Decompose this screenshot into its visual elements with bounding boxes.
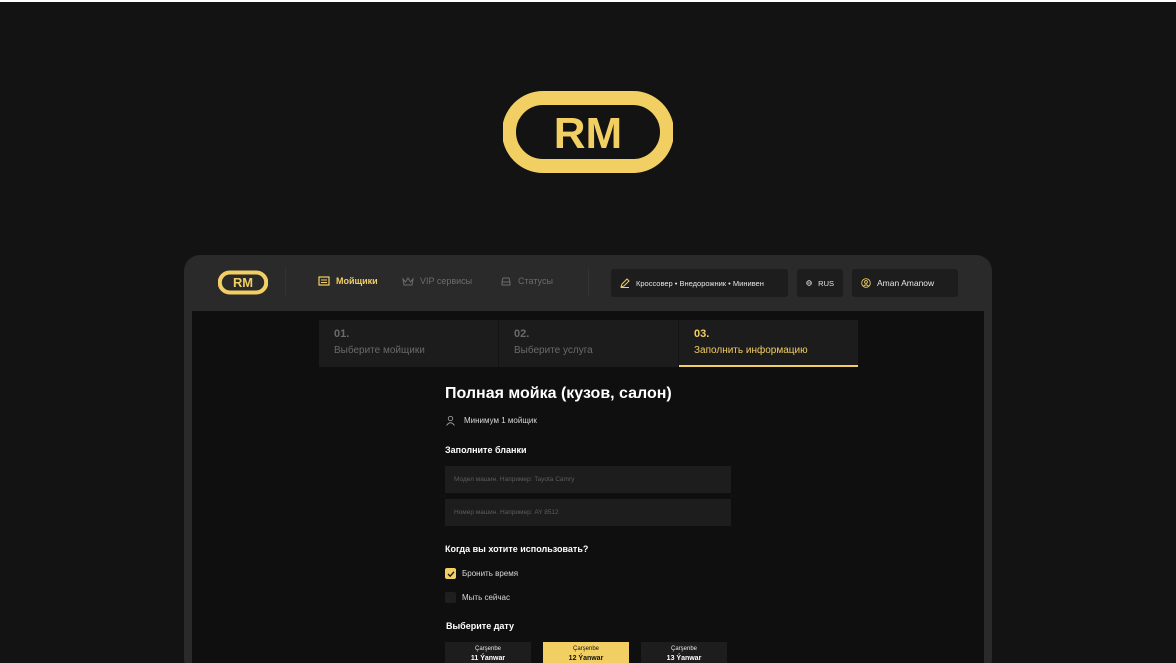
brand-logo: RM: [503, 91, 673, 173]
date-day: Çarşenbe: [474, 646, 501, 652]
pencil-icon: [620, 278, 630, 288]
date-value: 11 Ýanwar: [470, 655, 506, 662]
checkbox[interactable]: [445, 592, 456, 603]
top-navbar: RM Мойщики VIP сервисы Статусы Кроссовер…: [192, 263, 984, 303]
top-border: [0, 0, 1176, 2]
step-number: 02.: [514, 328, 530, 340]
step-fill-info[interactable]: 03. Заполнить информацию: [679, 320, 858, 367]
step-number: 03.: [694, 328, 710, 340]
step-label: Заполнить информацию: [694, 345, 808, 356]
step-select-service[interactable]: 02. Выберите услуга: [499, 320, 679, 367]
date-heading: Выберите дату: [446, 621, 515, 631]
min-workers: Минимум 1 мойщик: [445, 415, 537, 426]
crown-icon: [402, 277, 414, 286]
date-value: 13 Ýanwar: [666, 655, 702, 662]
list-icon: [318, 276, 330, 286]
step-label: Выберите услуга: [514, 345, 593, 356]
language-label: RUS: [818, 278, 834, 288]
person-icon: [446, 415, 455, 426]
car-type-selector[interactable]: Кроссовер • Внедорожник • Минивен: [611, 269, 788, 297]
logo-text: RM: [554, 109, 622, 158]
nav-item-label: Статусы: [518, 276, 553, 286]
user-menu[interactable]: Aman Amanow: [852, 269, 958, 297]
date-option[interactable]: Çarşenbe 13 Ýanwar: [641, 642, 727, 663]
globe-icon: [806, 280, 812, 286]
user-circle-icon: [861, 278, 871, 288]
date-picker: Çarşenbe 11 Ýanwar Çarşenbe 12 Ýanwar Ça…: [445, 642, 727, 663]
nav-divider: [588, 268, 589, 296]
option-book-time[interactable]: Бронить время: [445, 568, 518, 579]
step-tabs: 01. Выберите мойщики 02. Выберите услуга…: [319, 320, 858, 367]
min-workers-text: Минимум 1 мойщик: [464, 416, 537, 425]
order-form: Полная мойка (кузов, салон) Минимум 1 мо…: [445, 385, 735, 663]
step-label: Выберите мойщики: [334, 345, 425, 356]
car-number-input[interactable]: [445, 499, 731, 526]
service-title: Полная мойка (кузов, салон): [445, 385, 672, 402]
nav-item-statuses[interactable]: Статусы: [500, 275, 553, 287]
car-type-label: Кроссовер • Внедорожник • Минивен: [636, 278, 764, 288]
nav-item-label: Мойщики: [336, 276, 378, 286]
car-icon: [501, 277, 511, 286]
checkbox[interactable]: [445, 568, 456, 579]
nav-divider: [285, 268, 286, 296]
date-day: Çarşenbe: [670, 646, 697, 652]
nav-item-vip[interactable]: VIP сервисы: [402, 275, 472, 287]
fill-forms-heading: Заполните бланки: [445, 445, 527, 455]
step-number: 01.: [334, 328, 350, 340]
nav-item-label: VIP сервисы: [420, 276, 473, 286]
date-option[interactable]: Çarşenbe 11 Ýanwar: [445, 642, 531, 663]
when-heading: Когда вы хотите использовать?: [445, 544, 589, 554]
car-model-input[interactable]: [445, 466, 731, 493]
option-label: Бронить время: [462, 569, 519, 578]
date-value: 12 Ýanwar: [568, 655, 604, 662]
language-selector[interactable]: RUS: [797, 269, 843, 297]
nav-logo[interactable]: RM: [218, 270, 268, 295]
checkmark-icon: [447, 570, 454, 577]
date-day: Çarşenbe: [572, 646, 599, 652]
option-label: Мыть сейчас: [462, 593, 511, 602]
step-select-washers[interactable]: 01. Выберите мойщики: [319, 320, 499, 367]
nav-item-washers[interactable]: Мойщики: [318, 275, 378, 287]
user-name: Aman Amanow: [877, 278, 935, 288]
date-option-selected[interactable]: Çarşenbe 12 Ýanwar: [543, 642, 629, 663]
option-wash-now[interactable]: Мыть сейчас: [445, 592, 510, 603]
svg-text:RM: RM: [233, 275, 253, 290]
